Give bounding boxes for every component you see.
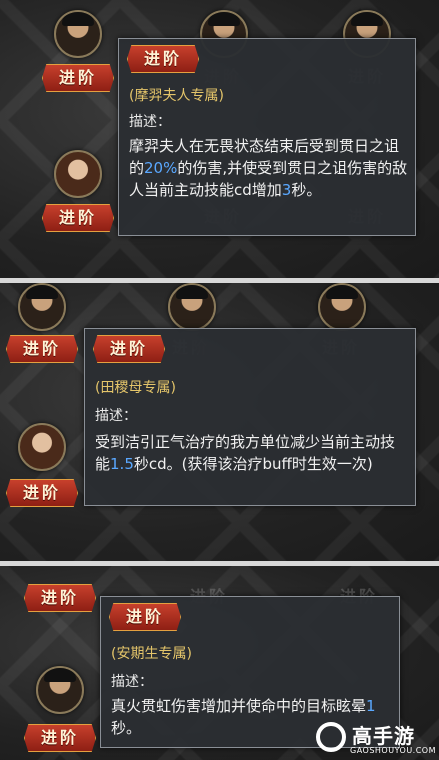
tooltip-title: 进阶 [127,45,199,73]
description-text: 摩羿夫人在无畏状态结束后受到贯日之诅的20%的伤害,并使受到贯日之诅伤害的敌人当… [129,137,408,199]
description-label: 描述： [129,114,171,130]
logo-mark-icon [316,722,346,752]
advance-button[interactable]: 进阶 [6,335,78,363]
advance-button[interactable]: 进阶 [24,724,96,752]
hero-portrait-female[interactable] [18,423,66,471]
logo-name: 高手游 [352,724,415,748]
hero-portrait-male[interactable] [168,283,216,331]
hero-portrait-male[interactable] [36,666,84,714]
description-label: 描述： [111,674,153,690]
exclusive-label: (摩羿夫人专属) [129,88,224,104]
advance-button[interactable]: 进阶 [42,64,114,92]
panel-mojie: 进阶 进阶 进阶 进阶 进阶 进阶 进阶 (摩羿夫人专属) 描述： 摩羿夫人在无… [0,0,439,278]
panel-tianjimu: 进阶 进阶 进阶 进阶 进阶 (田稷母专属) 描述： 受到洁引正气治疗的我方单位… [0,283,439,561]
hero-portrait-male[interactable] [18,283,66,331]
advance-button[interactable]: 进阶 [6,479,78,507]
skill-tooltip: 进阶 (摩羿夫人专属) 描述： 摩羿夫人在无畏状态结束后受到贯日之诅的20%的伤… [118,38,416,236]
description-text: 受到洁引正气治疗的我方单位减少当前主动技能1.5秒cd。(获得该治疗buff时生… [95,433,396,473]
exclusive-label: (田稷母专属) [95,380,176,396]
tooltip-title: 进阶 [93,335,165,363]
tooltip-title: 进阶 [109,603,181,631]
exclusive-label: (安期生专属) [111,646,192,662]
description-label: 描述： [95,408,137,424]
site-watermark-logo: 高手游 GAOSHOUYOU.COM [316,720,436,760]
hero-portrait-male[interactable] [54,10,102,58]
advance-button[interactable]: 进阶 [42,204,114,232]
logo-url: GAOSHOUYOU.COM [350,746,437,755]
skill-tooltip: 进阶 (田稷母专属) 描述： 受到洁引正气治疗的我方单位减少当前主动技能1.5秒… [84,328,416,506]
hero-portrait-male[interactable] [318,283,366,331]
advance-button[interactable]: 进阶 [24,584,96,612]
hero-portrait-female[interactable] [54,150,102,198]
